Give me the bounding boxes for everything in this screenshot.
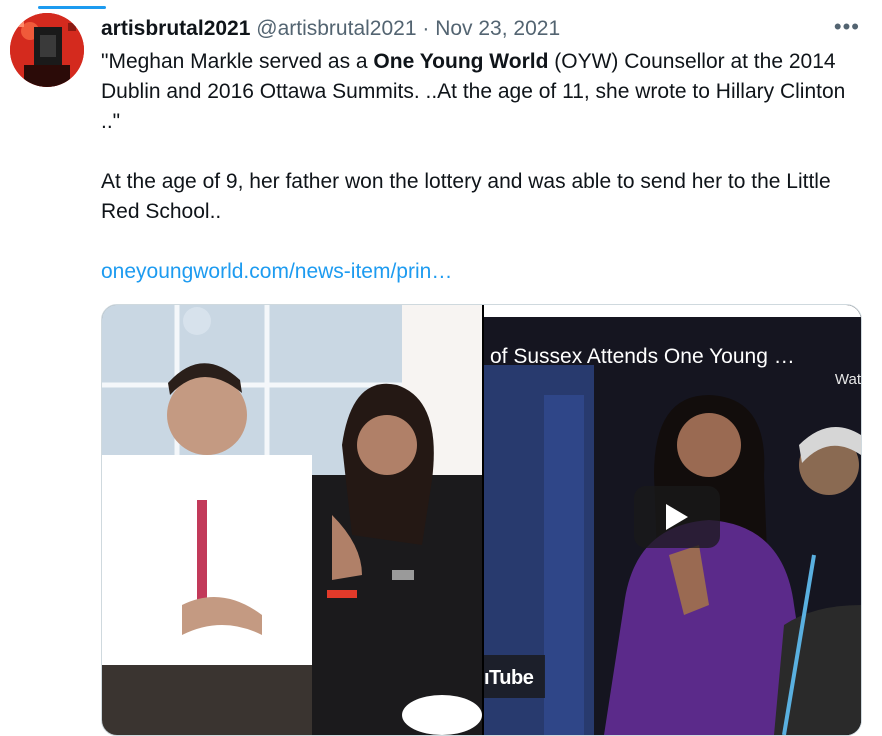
active-tab-indicator [38, 6, 106, 9]
user-handle[interactable]: @artisbrutal2021 [256, 17, 416, 40]
avatar[interactable] [10, 13, 84, 87]
tweet-link[interactable]: oneyoungworld.com/news-item/prin… [101, 260, 452, 283]
play-icon [666, 504, 688, 530]
media-container: of Sussex Attends One Young … Wat ıTube [101, 304, 862, 736]
video-title: of Sussex Attends One Young … [490, 345, 795, 368]
play-button[interactable] [634, 486, 720, 548]
photo-image [102, 305, 482, 735]
tweet-paragraph-1: "Meghan Markle served as a One Young Wor… [101, 50, 846, 133]
watch-later-label[interactable]: Wat [835, 371, 861, 388]
tweet-header: artisbrutal2021 @artisbrutal2021 · Nov 2… [101, 15, 560, 43]
more-options-icon[interactable]: ••• [834, 14, 860, 40]
video-thumbnail[interactable]: of Sussex Attends One Young … Wat ıTube [484, 305, 861, 735]
separator-dot: · [422, 17, 430, 40]
photo-thumbnail[interactable] [102, 305, 482, 735]
avatar-image [10, 13, 84, 87]
tweet-paragraph-2: At the age of 9, her father won the lott… [101, 170, 831, 223]
bold-org-name: One Young World [373, 50, 549, 73]
youtube-logo[interactable]: ıTube [484, 655, 546, 698]
tweet-text: "Meghan Markle served as a One Young Wor… [101, 47, 861, 287]
display-name[interactable]: artisbrutal2021 [101, 17, 250, 40]
tweet-date[interactable]: Nov 23, 2021 [435, 17, 560, 40]
